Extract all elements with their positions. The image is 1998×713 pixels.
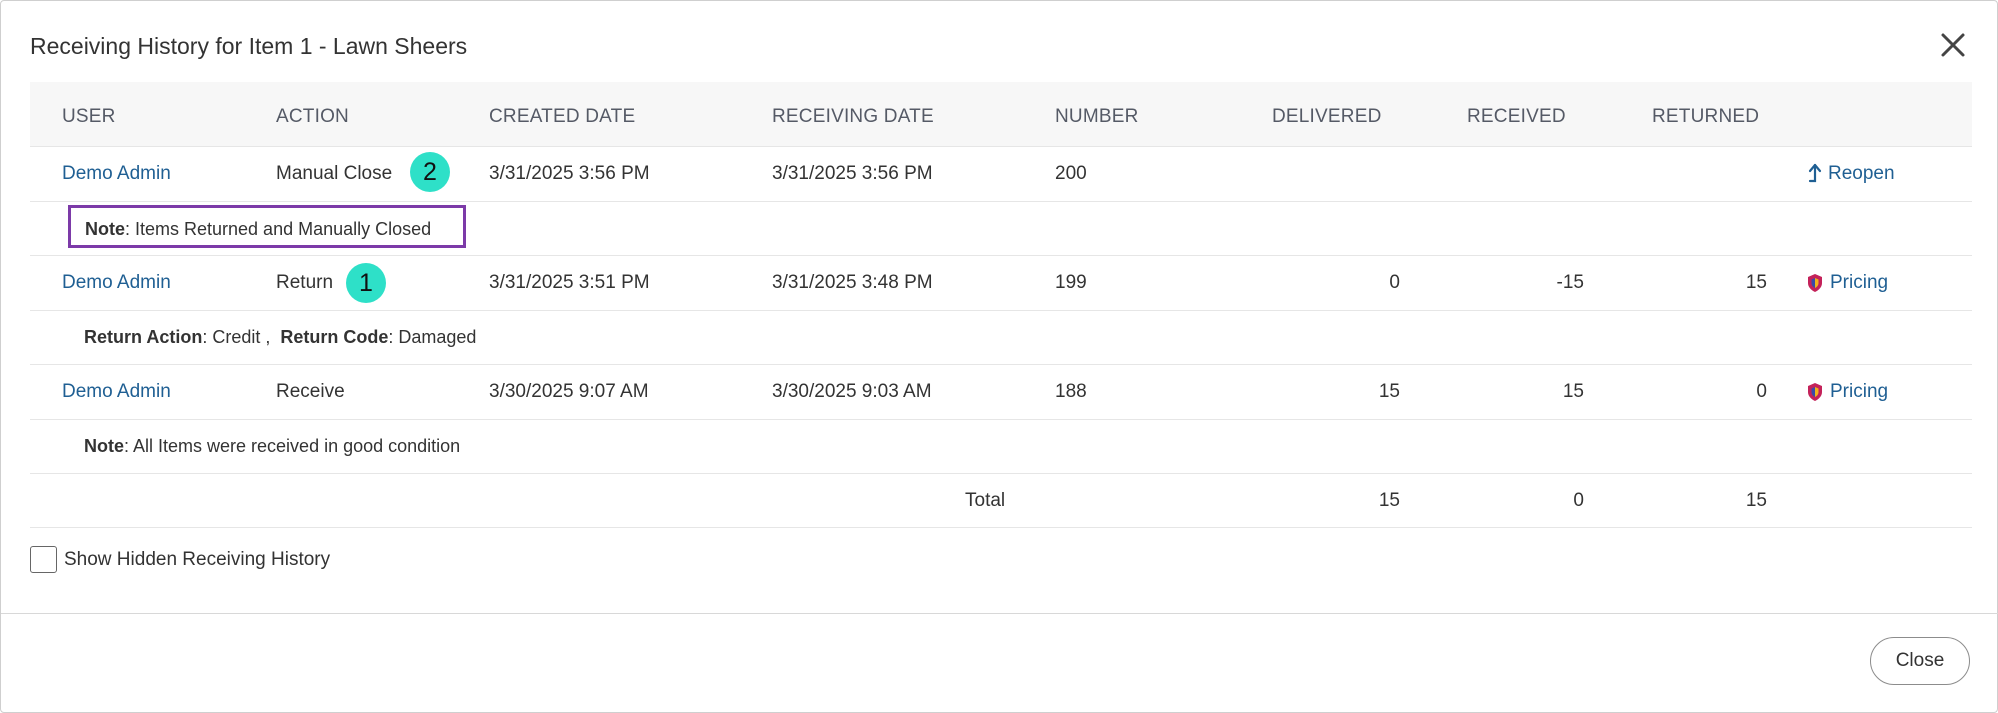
show-hidden-checkbox[interactable] [30, 546, 57, 573]
total-delivered: 15 [1378, 490, 1400, 511]
received-cell: 15 [1562, 381, 1584, 402]
number-cell: 200 [1055, 163, 1087, 184]
created-date-cell: 3/30/2025 9:07 AM [489, 381, 649, 402]
header-delivered: DELIVERED [1272, 106, 1382, 127]
receiving-date-cell: 3/31/2025 3:56 PM [772, 163, 933, 184]
user-link[interactable]: Demo Admin [62, 381, 171, 403]
receiving-history-table: USER ACTION CREATED DATE RECEIVING DATE … [30, 82, 1972, 528]
table-row: Demo Admin Receive 3/30/2025 9:07 AM 3/3… [30, 365, 1972, 420]
delivered-cell: 15 [1378, 381, 1400, 402]
footer-divider [1, 613, 1998, 614]
return-details-row: Return Action: Credit , Return Code: Dam… [30, 311, 1972, 365]
table-row: Demo Admin Return 1 3/31/2025 3:51 PM 3/… [30, 256, 1972, 311]
returned-cell: 0 [1756, 381, 1767, 402]
step-badge: 2 [410, 152, 450, 192]
header-received: RECEIVED [1467, 106, 1566, 127]
dialog-title: Receiving History for Item 1 - Lawn Shee… [30, 33, 468, 59]
shield-icon [1806, 273, 1824, 293]
header-number: NUMBER [1055, 106, 1139, 127]
received-cell: -15 [1556, 272, 1584, 293]
return-details-text: Return Action: Credit , Return Code: Dam… [84, 327, 477, 347]
show-hidden-label[interactable]: Show Hidden Receiving History [64, 549, 330, 571]
number-cell: 199 [1055, 272, 1087, 293]
pricing-link[interactable]: Pricing [1806, 381, 1888, 403]
total-label: Total [965, 490, 1006, 511]
total-row: Total 15 0 15 [30, 474, 1972, 528]
table-row: Demo Admin Manual Close 2 3/31/2025 3:56… [30, 147, 1972, 202]
user-link[interactable]: Demo Admin [62, 163, 171, 185]
shield-icon [1806, 382, 1824, 402]
table-header: USER ACTION CREATED DATE RECEIVING DATE … [30, 82, 1972, 147]
number-cell: 188 [1055, 381, 1087, 402]
total-returned: 15 [1745, 490, 1767, 511]
note-row: Note: All Items were received in good co… [30, 420, 1972, 474]
total-received: 0 [1573, 490, 1584, 511]
note-text: Note: All Items were received in good co… [84, 436, 461, 456]
header-created-date: CREATED DATE [489, 106, 636, 127]
note-row: Note: Items Returned and Manually Closed [30, 202, 1972, 256]
header-returned: RETURNED [1652, 106, 1760, 127]
receiving-history-dialog: Receiving History for Item 1 - Lawn Shee… [0, 0, 1998, 713]
header-action: ACTION [276, 106, 349, 127]
created-date-cell: 3/31/2025 3:56 PM [489, 163, 650, 184]
close-button[interactable]: Close [1870, 637, 1970, 685]
note-text: Note: Items Returned and Manually Closed [85, 219, 432, 239]
header-receiving-date: RECEIVING DATE [772, 106, 934, 127]
created-date-cell: 3/31/2025 3:51 PM [489, 272, 650, 293]
pricing-label: Pricing [1830, 381, 1889, 402]
reopen-link[interactable]: Reopen [1808, 163, 1895, 185]
close-x-icon[interactable] [1935, 27, 1971, 63]
reopen-arrow-icon [1808, 163, 1822, 185]
pricing-label: Pricing [1830, 272, 1889, 293]
receiving-date-cell: 3/31/2025 3:48 PM [772, 272, 933, 293]
user-link[interactable]: Demo Admin [62, 272, 171, 294]
header-user: USER [62, 106, 116, 127]
show-hidden-history: Show Hidden Receiving History [30, 546, 330, 573]
pricing-link[interactable]: Pricing [1806, 272, 1888, 294]
action-cell: Return [276, 272, 334, 293]
action-cell: Receive [276, 381, 345, 402]
delivered-cell: 0 [1389, 272, 1400, 293]
receiving-date-cell: 3/30/2025 9:03 AM [772, 381, 932, 402]
returned-cell: 15 [1745, 272, 1767, 293]
highlighted-note-box: Note: Items Returned and Manually Closed [68, 205, 466, 248]
reopen-label: Reopen [1828, 163, 1895, 184]
action-cell: Manual Close [276, 163, 393, 184]
step-badge: 1 [346, 263, 386, 303]
